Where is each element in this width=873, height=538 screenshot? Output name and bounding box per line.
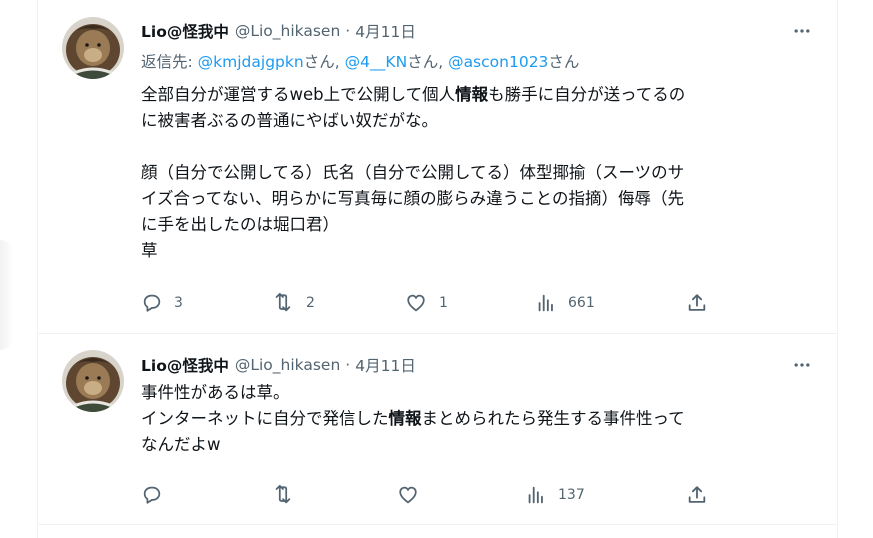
tweet[interactable]: Lio@怪我中 @Lio_hikasen · 4月11日 事件性があるは草。 イ… bbox=[38, 334, 837, 525]
heart-icon bbox=[407, 294, 425, 312]
tweet-actions: 137 bbox=[141, 481, 711, 509]
separator-dot: · bbox=[345, 22, 351, 40]
tweet[interactable]: Lio@怪我中 @Lio_hikasen · 4月11日 返信先: @kmjda… bbox=[38, 0, 837, 334]
like-button[interactable]: 1 bbox=[404, 289, 448, 317]
tweet-header: Lio@怪我中 @Lio_hikasen · 4月11日 bbox=[141, 353, 416, 377]
share-button[interactable] bbox=[686, 481, 708, 509]
like-button[interactable] bbox=[396, 481, 420, 509]
share-button[interactable] bbox=[686, 289, 708, 317]
mention-link[interactable]: @kmjdajgpkn bbox=[198, 53, 304, 71]
replying-to: 返信先: @kmjdajgpknさん, @4__KNさん, @ascon1023… bbox=[141, 50, 579, 72]
more-options-button[interactable] bbox=[791, 20, 813, 42]
text-segment: インターネットに自分で発信した bbox=[141, 409, 389, 428]
author-handle[interactable]: @Lio_hikasen bbox=[235, 22, 340, 40]
reply-bubble-icon bbox=[143, 486, 161, 504]
author-name[interactable]: Lio@怪我中 bbox=[141, 20, 229, 42]
views-button[interactable]: 137 bbox=[525, 481, 585, 509]
author-handle[interactable]: @Lio_hikasen bbox=[235, 356, 340, 374]
views-chart-icon bbox=[538, 294, 553, 312]
retweet-count: 2 bbox=[306, 295, 315, 311]
bold-keyword: 情報 bbox=[388, 409, 422, 428]
timeline-column: Lio@怪我中 @Lio_hikasen · 4月11日 返信先: @kmjda… bbox=[37, 0, 838, 538]
retweet-button[interactable] bbox=[271, 481, 295, 509]
text-segment: まとめられたら発生する事件性って bbox=[421, 409, 685, 428]
mention-suffix: さん, bbox=[303, 53, 340, 71]
mention-link[interactable]: @4__KN bbox=[345, 53, 408, 71]
reply-button[interactable] bbox=[141, 481, 163, 509]
views-chart-icon bbox=[528, 486, 543, 504]
tweet-text-line: 顔（自分で公開してる）氏名（自分で公開してる）体型揶揄（スーツのサ bbox=[141, 163, 685, 182]
views-count: 661 bbox=[568, 295, 595, 311]
tweet-text-line: 草 bbox=[141, 241, 158, 260]
tweet-actions: 3 2 1 661 bbox=[141, 289, 711, 317]
tweet-text-line: 全部自分が運営するweb上で公開して個人情報も勝手に自分が送ってるの bbox=[141, 82, 811, 108]
tweet-text-line: に被害者ぶるの普通にやばい奴だがな。 bbox=[141, 111, 438, 130]
mention-suffix: さん, bbox=[407, 53, 444, 71]
text-segment: 全部自分が運営するweb上で公開して個人 bbox=[141, 85, 456, 104]
more-dots-icon bbox=[794, 363, 810, 367]
tweet-text-line: なんだよw bbox=[141, 435, 221, 454]
retweet-button[interactable]: 2 bbox=[271, 289, 315, 317]
retweet-icon bbox=[275, 484, 291, 504]
tweet-date[interactable]: 4月11日 bbox=[355, 354, 416, 376]
mention-link[interactable]: @ascon1023 bbox=[448, 53, 548, 71]
like-count: 1 bbox=[439, 295, 448, 311]
share-upload-icon bbox=[688, 294, 706, 311]
tweet-date[interactable]: 4月11日 bbox=[355, 20, 416, 42]
more-options-button[interactable] bbox=[791, 354, 813, 376]
bold-keyword: 情報 bbox=[455, 85, 489, 104]
page-edge-shadow bbox=[0, 240, 14, 350]
tweet-text-line: 事件性があるは草。 bbox=[141, 383, 290, 402]
mention-suffix: さん bbox=[548, 53, 580, 71]
text-segment: も勝手に自分が送ってるの bbox=[488, 85, 686, 104]
reply-bubble-icon bbox=[143, 294, 161, 312]
replying-to-label: 返信先: bbox=[141, 53, 193, 71]
tweet-text: 事件性があるは草。 インターネットに自分で発信した情報まとめられたら発生する事件… bbox=[141, 380, 811, 458]
views-button[interactable]: 661 bbox=[535, 289, 595, 317]
tweet-header: Lio@怪我中 @Lio_hikasen · 4月11日 bbox=[141, 19, 416, 43]
tweet-text-line: インターネットに自分で発信した情報まとめられたら発生する事件性って bbox=[141, 406, 811, 432]
avatar[interactable] bbox=[62, 350, 124, 412]
tweet-text-line: に手を出したのは堀口君） bbox=[141, 215, 339, 234]
retweet-icon bbox=[275, 292, 291, 312]
separator-dot: · bbox=[345, 356, 351, 374]
author-name[interactable]: Lio@怪我中 bbox=[141, 354, 229, 376]
reply-count: 3 bbox=[174, 295, 183, 311]
tweet-text-line: イズ合ってない、明らかに写真毎に顔の膨らみ違うことの指摘）侮辱（先 bbox=[141, 189, 685, 208]
views-count: 137 bbox=[558, 487, 585, 503]
more-dots-icon bbox=[794, 29, 810, 33]
heart-icon bbox=[399, 486, 417, 504]
reply-button[interactable]: 3 bbox=[141, 289, 183, 317]
share-upload-icon bbox=[688, 486, 706, 503]
avatar[interactable] bbox=[62, 17, 124, 79]
tweet-text: 全部自分が運営するweb上で公開して個人情報も勝手に自分が送ってるの に被害者ぶ… bbox=[141, 82, 811, 264]
